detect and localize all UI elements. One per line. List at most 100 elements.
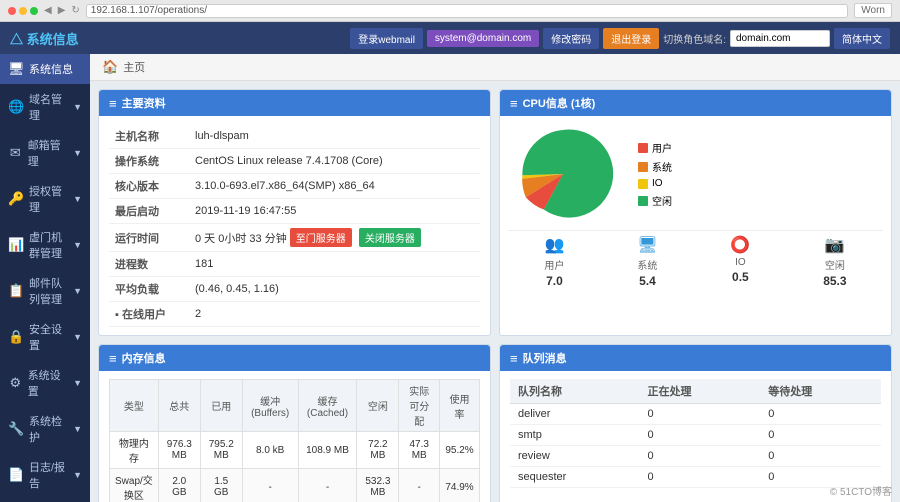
mem-swap-avail: - xyxy=(399,469,440,502)
queue-th-processing: 正在处理 xyxy=(639,379,760,404)
mem-physical-type: 物理内存 xyxy=(110,432,159,469)
chevron-syssettings-icon: ▼ xyxy=(73,378,82,388)
mem-th-free: 空闲 xyxy=(357,380,399,432)
breadcrumb-text: 主页 xyxy=(123,59,145,75)
uptime-row: 运行时间 0 天 0小时 33 分钟 至门服务器 关闭服务器 xyxy=(109,224,480,252)
sidebar-label-syssettings: 系统设置 xyxy=(28,367,68,399)
mem-th-cached: 缓存(Cached) xyxy=(298,380,357,432)
queue-deliver-processing: 0 xyxy=(639,404,760,425)
sidebar-label-vhost: 虚门机群管理 xyxy=(29,229,68,261)
user-btn[interactable]: system@domain.com xyxy=(427,30,539,47)
stat-io: ⭕ IO 0.5 xyxy=(730,235,750,288)
legend-label-io: IO xyxy=(652,178,663,189)
cpu-info-panel: ≡ CPU信息 (1核) xyxy=(499,89,892,336)
sidebar-label-logs: 日志/报告 xyxy=(29,459,68,491)
stat-idle-label: 空闲 xyxy=(825,257,845,272)
legend-label-idle: 空闲 xyxy=(652,193,672,208)
load-row: 平均负载 (0.46, 0.45, 1.16) xyxy=(109,277,480,302)
auth-icon: 🔑 xyxy=(8,191,24,207)
sidebar-label-security: 安全设置 xyxy=(29,321,68,353)
cancel-btn[interactable]: 关闭服务器 xyxy=(359,228,421,247)
stat-idle: 📷 空闲 85.3 xyxy=(823,235,846,288)
login-webmail-btn[interactable]: 登录webmail xyxy=(350,28,423,49)
main-info-body: 主机名称 luh-dlspam 操作系统 CentOS Linux releas… xyxy=(99,116,490,335)
mem-physical-buffers: 8.0 kB xyxy=(242,432,298,469)
stat-io-icon: ⭕ xyxy=(730,235,750,255)
stat-user-value: 7.0 xyxy=(546,274,563,288)
memory-info-title: 内存信息 xyxy=(122,350,166,366)
chevron-security-icon: ▼ xyxy=(73,332,82,342)
online-label: ▪ 在线用户 xyxy=(109,302,189,327)
vhost-icon: 📊 xyxy=(8,237,24,253)
alarm-btn[interactable]: 至门服务器 xyxy=(290,228,352,247)
uptime-label: 运行时间 xyxy=(109,224,189,252)
hostname-row: 主机名称 luh-dlspam xyxy=(109,124,480,149)
mem-th-total: 总共 xyxy=(158,380,200,432)
uptime-value: 0 天 0小时 33 分钟 至门服务器 关闭服务器 xyxy=(189,224,480,252)
cut-label: 切换角色域名: xyxy=(663,31,726,46)
sidebar-item-email[interactable]: ✉ 邮箱管理 ▼ xyxy=(0,130,90,176)
queue-icon: 📋 xyxy=(8,283,24,299)
cpu-info-header: ≡ CPU信息 (1核) xyxy=(500,90,891,116)
mem-swap-free: 532.3 MB xyxy=(357,469,399,502)
mem-row-swap: Swap/交换区 2.0 GB 1.5 GB - - 532.3 MB - 74… xyxy=(110,469,480,502)
os-value: CentOS Linux release 7.4.1708 (Core) xyxy=(189,149,480,174)
kernel-value: 3.10.0-693.el7.x86_64(SMP) x86_64 xyxy=(189,174,480,199)
memory-info-header: ≡ 内存信息 xyxy=(99,345,490,371)
lang-btn[interactable]: 简体中文 xyxy=(834,28,890,49)
logout-btn[interactable]: 退出登录 xyxy=(603,28,659,49)
back-btn[interactable]: ◀ xyxy=(44,5,52,16)
process-value: 181 xyxy=(189,252,480,277)
sidebar-item-maintenance[interactable]: 🔧 系统检护 ▼ xyxy=(0,406,90,452)
queue-th-waiting: 等待处理 xyxy=(760,379,881,404)
security-icon: 🔒 xyxy=(8,329,24,345)
sidebar-item-logs[interactable]: 📄 日志/报告 ▼ xyxy=(0,452,90,498)
domain-input[interactable] xyxy=(730,30,830,47)
queue-table: 队列名称 正在处理 等待处理 deliver 0 0 xyxy=(510,379,881,488)
queue-panel-body: 队列名称 正在处理 等待处理 deliver 0 0 xyxy=(500,371,891,496)
maximize-dot xyxy=(30,7,38,15)
sidebar-item-policy[interactable]: 🚀 策略发展理 ▼ xyxy=(0,498,90,502)
mem-swap-cached: - xyxy=(298,469,357,502)
main-layout: 🖥 系统信息 🌐 域名管理 ▼ ✉ 邮箱管理 ▼ 🔑 授权管理 ▼ 📊 虚门机群… xyxy=(0,54,900,502)
domain-icon: 🌐 xyxy=(8,99,24,115)
stat-user-label: 用户 xyxy=(544,257,564,272)
sidebar-item-sysinfo[interactable]: 🖥 系统信息 xyxy=(0,54,90,84)
queue-deliver-waiting: 0 xyxy=(760,404,881,425)
mem-swap-used: 1.5 GB xyxy=(200,469,242,502)
memory-info-panel: ≡ 内存信息 类型 总共 已用 缓冲(Buffers) 缓存(Cached) xyxy=(98,344,491,502)
queue-info-panel: ≡ 队列消息 队列名称 正在处理 等待处理 xyxy=(499,344,892,502)
stat-idle-icon: 📷 xyxy=(825,235,845,255)
kernel-label: 核心版本 xyxy=(109,174,189,199)
main-info-panel: ≡ 主要资料 主机名称 luh-dlspam 操作系统 CentOS Linux… xyxy=(98,89,491,336)
refresh-btn[interactable]: ↻ xyxy=(71,5,79,16)
chevron-queue-icon: ▼ xyxy=(73,286,82,296)
settings-btn[interactable]: 修改密码 xyxy=(543,28,599,49)
online-row: ▪ 在线用户 2 xyxy=(109,302,480,327)
sidebar-label-email: 邮箱管理 xyxy=(28,137,68,169)
process-row: 进程数 181 xyxy=(109,252,480,277)
sidebar-item-syssettings[interactable]: ⚙ 系统设置 ▼ xyxy=(0,360,90,406)
queue-info-title: 队列消息 xyxy=(523,350,567,366)
watermark: © 51CTO博客 xyxy=(830,483,892,498)
main-info-icon: ≡ xyxy=(109,96,117,111)
sidebar-item-domain[interactable]: 🌐 域名管理 ▼ xyxy=(0,84,90,130)
legend-dot-idle xyxy=(638,196,648,206)
window-controls xyxy=(8,7,38,15)
sidebar-item-security[interactable]: 🔒 安全设置 ▼ xyxy=(0,314,90,360)
hostname-label: 主机名称 xyxy=(109,124,189,149)
mem-swap-usage: 74.9% xyxy=(440,469,480,502)
sidebar-item-vhost[interactable]: 📊 虚门机群管理 ▼ xyxy=(0,222,90,268)
mem-th-avail: 实际可分配 xyxy=(399,380,440,432)
legend-dot-io xyxy=(638,179,648,189)
boot-label: 最后启动 xyxy=(109,199,189,224)
chevron-email-icon: ▼ xyxy=(73,148,82,158)
email-icon: ✉ xyxy=(8,145,23,161)
hostname-value: luh-dlspam xyxy=(189,124,480,149)
chevron-auth-icon: ▼ xyxy=(73,194,82,204)
sidebar-item-auth[interactable]: 🔑 授权管理 ▼ xyxy=(0,176,90,222)
sidebar-item-queue[interactable]: 📋 邮件队列管理 ▼ xyxy=(0,268,90,314)
url-bar[interactable]: 192.168.1.107/operations/ xyxy=(86,4,848,18)
main-info-title: 主要资料 xyxy=(122,95,166,111)
forward-btn[interactable]: ▶ xyxy=(58,5,66,16)
